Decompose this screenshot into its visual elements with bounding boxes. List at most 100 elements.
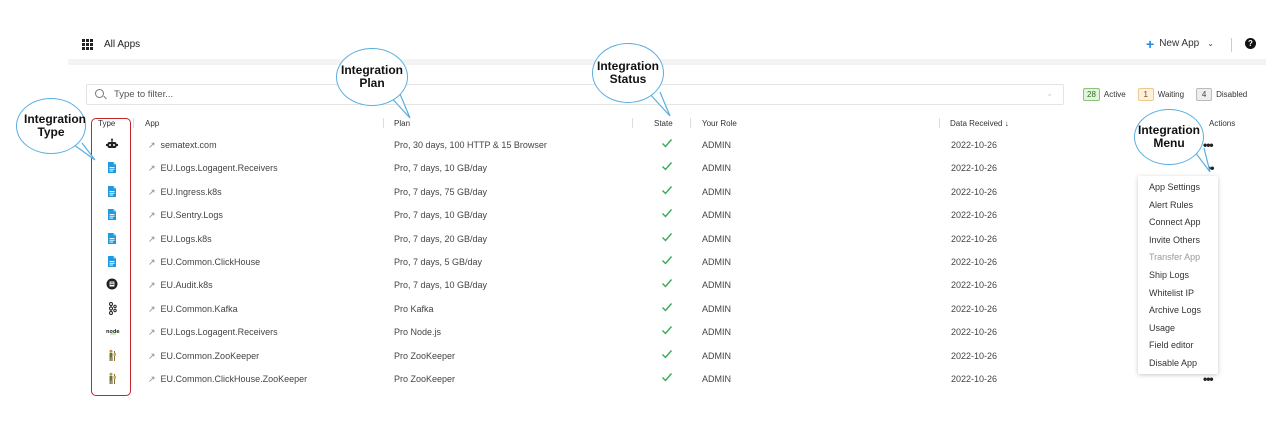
menu-item-transfer-app[interactable]: Transfer App: [1149, 252, 1200, 262]
role-cell: ADMIN: [702, 233, 731, 244]
state-active-check-icon: [661, 207, 673, 221]
column-header-role[interactable]: Your Role: [702, 119, 737, 128]
plan-cell: Pro, 7 days, 75 GB/day: [394, 186, 488, 197]
waiting-count-badge[interactable]: 1: [1137, 88, 1154, 101]
table-row[interactable]: ↗ sematext.com Pro, 30 days, 100 HTTP & 15…: [86, 135, 1266, 158]
app-name: EU.Logs.Logagent.Receivers: [160, 163, 278, 174]
app-link[interactable]: ↗ EU.Common.ClickHouse.ZooKeeper: [148, 374, 307, 385]
table-row[interactable]: ↗ EU.Common.ClickHouse Pro, 7 days, 5 GB/d…: [86, 252, 1266, 275]
callout-integration-plan: Integration Plan: [336, 48, 408, 106]
menu-item-archive-logs[interactable]: Archive Logs: [1149, 305, 1201, 315]
table-row[interactable]: ↗ EU.Common.ZooKeeper Pro ZooKeeper ADMIN 20…: [86, 346, 1266, 369]
app-link[interactable]: ↗ EU.Sentry.Logs: [148, 210, 223, 221]
column-header-state[interactable]: State: [654, 119, 673, 128]
table-row[interactable]: ↗ EU.Logs.k8s Pro, 7 days, 20 GB/day ADMIN 2…: [86, 229, 1266, 252]
table-row[interactable]: node ↗ EU.Logs.Logagent.Receivers Pro Node.…: [86, 322, 1266, 345]
menu-item-connect-app[interactable]: Connect App: [1149, 217, 1201, 227]
app-link[interactable]: ↗ EU.Common.Kafka: [148, 304, 238, 315]
top-bar: All Apps + New App ⌄ ?: [68, 30, 1266, 62]
role-cell: ADMIN: [702, 327, 731, 338]
new-app-label: New App: [1159, 38, 1200, 49]
role-cell: ADMIN: [702, 257, 731, 267]
app-link[interactable]: ↗ EU.Logs.Logagent.Receivers: [148, 327, 278, 338]
app-name: EU.Logs.k8s: [160, 233, 212, 244]
app-link[interactable]: ↗ EU.Common.ClickHouse: [148, 257, 260, 268]
table-row[interactable]: ↗ EU.Common.Kafka Pro Kafka ADMIN 2022-10-26: [86, 299, 1266, 322]
external-link-icon: ↗: [148, 163, 156, 174]
callout-integration-menu: Integration Menu: [1134, 109, 1204, 165]
menu-item-ship-logs[interactable]: Ship Logs: [1149, 270, 1189, 280]
row-actions-button[interactable]: •••: [1203, 372, 1214, 386]
state-active-check-icon: [661, 301, 673, 315]
app-link[interactable]: ↗ EU.Audit.k8s: [148, 280, 213, 291]
callout-label: Integration Status: [597, 59, 659, 86]
column-divider: [690, 118, 691, 128]
menu-item-alert-rules[interactable]: Alert Rules: [1149, 200, 1193, 210]
chevron-down-icon: ⌄: [1207, 39, 1214, 48]
date-cell: 2022-10-26: [951, 233, 998, 244]
column-divider: [133, 118, 134, 128]
app-name: EU.Audit.k8s: [160, 280, 213, 291]
disabled-count-badge[interactable]: 4: [1196, 88, 1213, 101]
table-row[interactable]: ↗ EU.Common.ClickHouse.ZooKeeper Pro ZooKe…: [86, 369, 1266, 392]
role-cell: ADMIN: [702, 163, 731, 174]
state-active-check-icon: [661, 324, 673, 338]
waiting-label: Waiting: [1157, 90, 1185, 99]
app-link[interactable]: ↗ EU.Ingress.k8s: [148, 187, 222, 198]
actions-menu: App Settings Alert Rules Connect App Invite…: [1138, 176, 1218, 374]
app-link[interactable]: ↗ EU.Common.ZooKeeper: [148, 351, 259, 362]
new-app-button[interactable]: + New App ⌄: [1146, 37, 1214, 51]
table-row[interactable]: ↗ EU.Ingress.k8s Pro, 7 days, 75 GB/day ADM…: [86, 182, 1266, 205]
menu-item-app-settings[interactable]: App Settings: [1149, 182, 1200, 192]
app-link[interactable]: ↗ sematext.com: [148, 140, 217, 151]
external-link-icon: ↗: [148, 233, 156, 244]
app-name: EU.Ingress.k8s: [160, 186, 222, 197]
column-divider: [632, 118, 633, 128]
search-icon: [95, 89, 104, 98]
column-header-app[interactable]: App: [145, 119, 159, 128]
date-cell: 2022-10-26: [951, 257, 998, 267]
plan-cell: Pro, 7 days, 10 GB/day: [394, 280, 488, 291]
help-icon[interactable]: ?: [1245, 38, 1256, 49]
table-row[interactable]: ↗ EU.Logs.Logagent.Receivers Pro, 7 days, …: [86, 158, 1266, 181]
state-active-check-icon: [661, 137, 673, 151]
callout-integration-status: Integration Status: [592, 43, 664, 103]
state-active-check-icon: [661, 348, 673, 362]
state-active-check-icon: [661, 277, 673, 291]
active-label: Active: [1103, 90, 1126, 99]
column-header-actions: Actions: [1209, 119, 1236, 128]
callout-label: Integration Menu: [1138, 123, 1200, 150]
state-active-check-icon: [661, 254, 673, 268]
app-link[interactable]: ↗ EU.Logs.Logagent.Receivers: [148, 163, 278, 174]
menu-item-usage[interactable]: Usage: [1149, 323, 1175, 333]
all-apps-title[interactable]: All Apps: [104, 39, 140, 50]
date-cell: 2022-10-26: [951, 210, 998, 221]
app-name: sematext.com: [160, 140, 217, 150]
plan-cell: Pro Kafka: [394, 303, 434, 314]
external-link-icon: ↗: [148, 186, 156, 197]
chevron-down-icon[interactable]: ⌄: [1046, 89, 1053, 98]
header-divider: [68, 59, 1266, 65]
column-header-date[interactable]: Data Received ↓: [950, 119, 1009, 128]
state-active-check-icon: [661, 184, 673, 198]
app-name: EU.Common.ClickHouse.ZooKeeper: [160, 374, 308, 384]
menu-item-invite-others[interactable]: Invite Others: [1149, 235, 1200, 245]
plan-cell: Pro ZooKeeper: [394, 350, 456, 361]
filter-input[interactable]: [114, 87, 1014, 102]
menu-item-field-editor[interactable]: Field editor: [1149, 340, 1194, 350]
menu-item-disable-app[interactable]: Disable App: [1149, 358, 1197, 368]
table-row[interactable]: ↗ EU.Sentry.Logs Pro, 7 days, 10 GB/day ADM…: [86, 205, 1266, 228]
menu-item-whitelist-ip[interactable]: Whitelist IP: [1149, 288, 1194, 298]
date-cell: 2022-10-26: [951, 350, 998, 361]
disabled-label: Disabled: [1216, 90, 1248, 99]
active-count-badge[interactable]: 28: [1083, 88, 1100, 101]
external-link-icon: ↗: [148, 350, 156, 361]
date-cell: 2022-10-26: [951, 186, 998, 197]
external-link-icon: ↗: [148, 327, 156, 338]
apps-grid-icon[interactable]: [82, 39, 93, 50]
role-cell: ADMIN: [702, 140, 731, 150]
table-row[interactable]: ↗ EU.Audit.k8s Pro, 7 days, 10 GB/day ADMIN…: [86, 275, 1266, 298]
app-link[interactable]: ↗ EU.Logs.k8s: [148, 234, 212, 245]
plan-cell: Pro, 7 days, 10 GB/day: [394, 163, 488, 174]
app-name: EU.Sentry.Logs: [160, 210, 223, 221]
